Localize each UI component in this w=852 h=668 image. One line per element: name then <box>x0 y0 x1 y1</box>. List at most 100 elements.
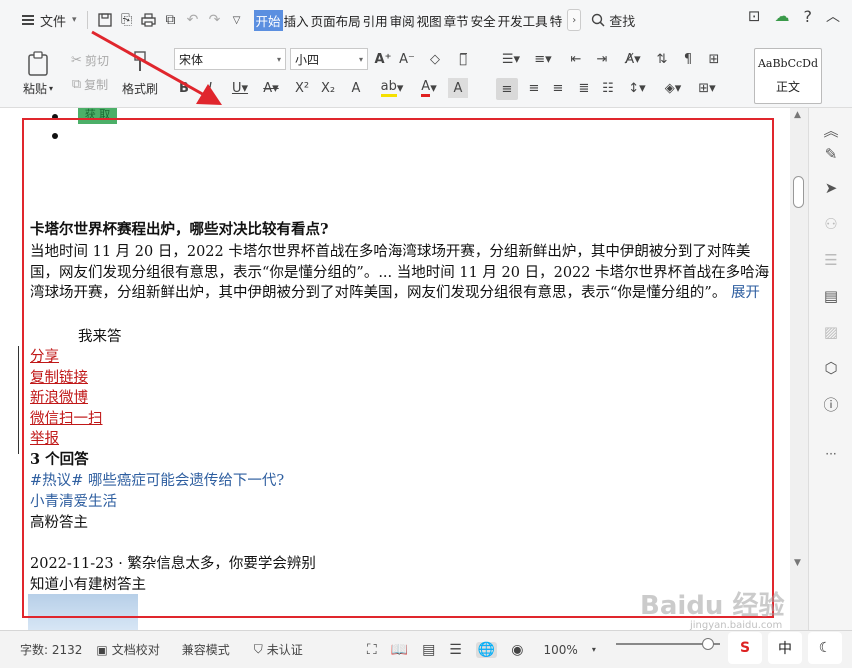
document-page[interactable]: 获 取 卡塔尔世界杯赛程出炉，哪些对决比较有看点? 当地时间 11 月 20 日… <box>0 108 808 630</box>
subscript-icon[interactable]: X₂ <box>318 78 338 98</box>
table-icon[interactable]: ⊞ <box>704 50 724 68</box>
focus-mode-icon[interactable]: ⛶ <box>367 642 377 658</box>
tab-review[interactable]: 审阅 <box>389 11 416 30</box>
certification-status[interactable]: ⛉ 未认证 <box>254 641 303 658</box>
font-size-select[interactable]: 小四 ▾ <box>290 48 368 70</box>
backup-icon[interactable]: ⬡ <box>819 356 843 380</box>
highlight-icon[interactable]: ab ▾ <box>378 78 406 98</box>
tabs-scroll-right-button[interactable]: › <box>567 9 582 31</box>
shapes-icon[interactable]: ⚇ <box>819 212 843 236</box>
customize-dropdown-icon[interactable]: ▽ <box>226 9 248 31</box>
right-sidebar: ︽ ✎ ➤ ⚇ ☰ ▤ ▨ ⬡ ⓘ ··· <box>808 108 852 630</box>
zoom-level[interactable]: 100% <box>544 643 578 657</box>
tab-developer[interactable]: 开发工具 <box>497 11 549 30</box>
format-painter-icon[interactable] <box>124 48 156 76</box>
borders-icon[interactable]: ⊞▾ <box>694 78 720 98</box>
tab-page-layout[interactable]: 页面布局 <box>310 11 362 30</box>
align-right-icon[interactable]: ≡ <box>548 78 568 98</box>
tab-view[interactable]: 视图 <box>416 11 443 30</box>
scroll-down-icon[interactable]: ▼ <box>794 558 801 568</box>
save-icon[interactable] <box>94 9 116 31</box>
adjust-icon[interactable]: ☰ <box>819 248 843 272</box>
grow-font-icon[interactable]: A⁺ <box>374 50 392 68</box>
strikethrough-icon[interactable]: A▾ <box>258 78 284 98</box>
vertical-scrollbar[interactable]: ▲ ▼ <box>790 108 808 630</box>
print-preview-icon[interactable]: ⧉ <box>160 9 182 31</box>
font-effects-icon[interactable]: A <box>346 78 366 98</box>
bold-icon[interactable]: B <box>176 78 192 98</box>
tab-references[interactable]: 引用 <box>362 11 389 30</box>
search-button[interactable]: 查找 <box>591 11 635 30</box>
print-icon[interactable] <box>138 9 160 31</box>
character-shading-icon[interactable]: A <box>448 78 468 98</box>
style-normal[interactable]: AaBbCcDd 正文 <box>754 48 822 104</box>
justify-icon[interactable]: ≣ <box>574 78 594 98</box>
pen-icon[interactable]: ✎ <box>819 142 843 166</box>
output-pdf-icon[interactable]: ⎘ <box>116 9 138 31</box>
undo-icon[interactable]: ↶ <box>182 9 204 31</box>
more-icon[interactable]: ··· <box>819 442 843 466</box>
cloud-sync-icon[interactable]: ☁ <box>775 7 790 25</box>
pinyin-guide-icon[interactable]: 文̅ <box>452 50 474 68</box>
increase-indent-icon[interactable]: ⇥ <box>592 50 612 68</box>
eye-protection-icon[interactable]: ◉ <box>511 642 523 658</box>
archive-icon[interactable]: ▤ <box>819 284 843 308</box>
shrink-font-icon[interactable]: A⁻ <box>398 50 416 68</box>
scrollbar-thumb[interactable] <box>793 176 804 208</box>
word-count[interactable]: 字数: 2132 <box>20 641 82 658</box>
chevron-down-icon: ▾ <box>358 54 363 64</box>
tab-home[interactable]: 开始 <box>253 9 283 31</box>
distributed-icon[interactable]: ☷ <box>598 78 618 98</box>
tab-insert[interactable]: 插入 <box>283 11 310 30</box>
clear-format-icon[interactable]: ◇ <box>426 50 444 68</box>
font-name-value: 宋体 <box>179 52 204 67</box>
chevron-down-icon: ▾ <box>276 54 281 64</box>
font-color-icon[interactable]: A ▾ <box>416 78 442 98</box>
paste-button[interactable]: 粘贴 ▾ <box>18 80 58 96</box>
underline-icon[interactable]: U▾ <box>228 78 252 98</box>
font-name-select[interactable]: 宋体 ▾ <box>174 48 286 70</box>
show-hide-marks-icon[interactable]: ¶ <box>678 50 698 68</box>
zoom-dropdown-icon[interactable]: ▾ <box>592 645 596 654</box>
select-cursor-icon[interactable]: ➤ <box>819 176 843 200</box>
italic-icon[interactable]: I <box>202 78 218 98</box>
redo-icon[interactable]: ↷ <box>204 9 226 31</box>
file-menu-button[interactable]: 文件 ▾ <box>18 6 81 34</box>
share-icon[interactable]: ⊡ <box>748 7 761 25</box>
web-view-icon[interactable]: 🌐 <box>475 641 498 658</box>
collapse-ribbon-icon[interactable]: ︿ <box>826 6 840 26</box>
align-center-icon[interactable]: ≡ <box>524 78 544 98</box>
copy-button[interactable]: ⧉ 复制 <box>66 76 114 92</box>
moon-icon[interactable]: ☾ <box>808 632 842 664</box>
sidebar-collapse-icon[interactable]: ︽ <box>819 118 843 142</box>
outline-view-icon[interactable]: ☰ <box>449 642 462 658</box>
proofread-button[interactable]: ▣ 文档校对 <box>96 641 159 658</box>
annotation-highlight-box <box>22 118 774 618</box>
window-controls: ⊡ ☁ ? ︿ <box>748 6 840 26</box>
cut-button[interactable]: ✂ 剪切 <box>66 52 114 68</box>
ime-language[interactable]: 中 <box>768 632 802 664</box>
align-left-icon[interactable]: ≡ <box>496 78 518 100</box>
help-circle-icon[interactable]: ⓘ <box>819 392 843 416</box>
read-mode-icon[interactable]: 📖 <box>391 642 408 658</box>
clipboard-icon[interactable] <box>20 48 56 80</box>
tab-security[interactable]: 安全 <box>470 11 497 30</box>
scroll-up-icon[interactable]: ▲ <box>794 110 801 120</box>
superscript-icon[interactable]: X² <box>292 78 312 98</box>
style-sample: AaBbCcDd <box>757 57 819 70</box>
line-spacing-icon[interactable]: ↕▾ <box>624 78 650 98</box>
shading-icon[interactable]: ◈▾ <box>660 78 686 98</box>
format-painter-button[interactable]: 格式刷 <box>118 80 162 96</box>
decrease-indent-icon[interactable]: ⇤ <box>566 50 586 68</box>
numbering-icon[interactable]: ≡▾ <box>530 50 556 68</box>
sogou-ime-icon[interactable]: S <box>728 632 762 664</box>
page-view-icon[interactable]: ▤ <box>422 642 435 658</box>
image-icon[interactable]: ▨ <box>819 320 843 344</box>
chinese-layout-icon[interactable]: A̸▾ <box>620 50 646 68</box>
tab-features[interactable]: 特 <box>549 11 564 30</box>
sort-icon[interactable]: ⇅ <box>652 50 672 68</box>
bullets-icon[interactable]: ☰▾ <box>498 50 524 68</box>
tab-sections[interactable]: 章节 <box>443 11 470 30</box>
zoom-slider-knob[interactable] <box>702 638 714 650</box>
help-icon[interactable]: ? <box>804 7 813 26</box>
